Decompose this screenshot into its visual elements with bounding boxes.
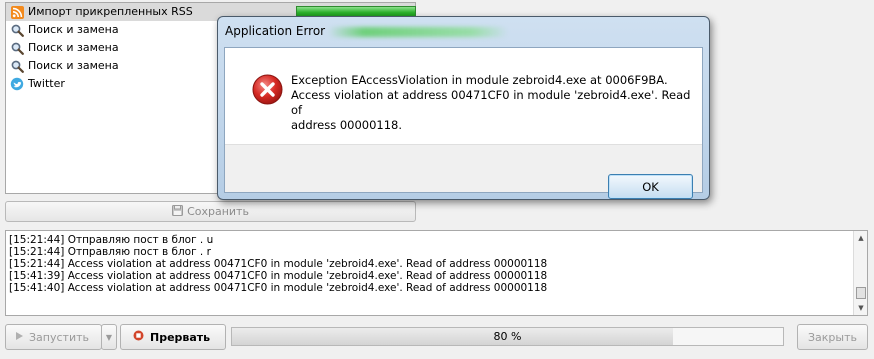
start-button-label: Запустить xyxy=(29,330,89,344)
task-label: Поиск и замена xyxy=(28,23,119,36)
log-scrollbar[interactable]: ▲ ▼ xyxy=(853,231,867,315)
stop-button-label: Прервать xyxy=(150,330,211,344)
dialog-body: Exception EAccessViolation in module zeb… xyxy=(224,47,703,199)
title-bar-blur xyxy=(328,27,508,37)
save-button-label: Сохранить xyxy=(187,205,249,218)
stop-button[interactable]: Прервать xyxy=(120,324,226,350)
task-label: Импорт прикрепленных RSS xyxy=(28,5,193,18)
search-icon xyxy=(10,23,24,37)
rss-icon xyxy=(10,5,24,19)
error-message-line: Exception EAccessViolation in module zeb… xyxy=(291,73,668,87)
error-dialog: Application Error Exception EAccessViola… xyxy=(217,16,710,200)
progress-bar: 80 % xyxy=(231,327,784,346)
task-label: Twitter xyxy=(28,77,65,90)
task-label: Поиск и замена xyxy=(28,59,119,72)
search-icon xyxy=(10,41,24,55)
error-icon xyxy=(252,74,283,105)
log-line: [15:21:44] Отправляю пост в блог . u xyxy=(9,234,214,246)
log-line: [15:41:39] Access violation at address 0… xyxy=(9,270,548,282)
start-dropdown-button[interactable]: ▼ xyxy=(101,324,117,350)
search-icon xyxy=(10,59,24,73)
twitter-icon xyxy=(10,77,24,91)
scroll-down-icon[interactable]: ▼ xyxy=(855,302,867,314)
log-line: [15:21:44] Отправляю пост в блог . r xyxy=(9,246,211,258)
start-button[interactable]: Запустить xyxy=(5,324,102,350)
scrollbar-thumb[interactable] xyxy=(856,287,866,299)
ok-button[interactable]: OK xyxy=(608,174,693,199)
save-button[interactable]: Сохранить xyxy=(5,201,416,222)
progress-text: 80 % xyxy=(493,330,522,343)
log-line: [15:21:44] Access violation at address 0… xyxy=(9,258,548,270)
log-box[interactable]: [15:21:44] Отправляю пост в блог . u [15… xyxy=(5,230,868,316)
task-label: Поиск и замена xyxy=(28,41,119,54)
scroll-up-icon[interactable]: ▲ xyxy=(855,232,867,244)
close-button-label: Закрыть xyxy=(808,330,857,344)
log-line: [15:41:40] Access violation at address 0… xyxy=(9,282,548,294)
play-icon xyxy=(14,331,24,344)
chevron-down-icon: ▼ xyxy=(105,332,113,342)
stop-icon xyxy=(133,330,144,344)
close-button[interactable]: Закрыть xyxy=(797,324,868,350)
ok-button-label: OK xyxy=(642,179,659,194)
error-message-line: address 00000118. xyxy=(291,118,403,132)
dialog-title: Application Error xyxy=(225,24,326,38)
floppy-disk-icon xyxy=(172,204,184,219)
error-message-line: Access violation at address 00471CF0 in … xyxy=(291,88,691,117)
error-message: Exception EAccessViolation in module zeb… xyxy=(291,73,691,133)
